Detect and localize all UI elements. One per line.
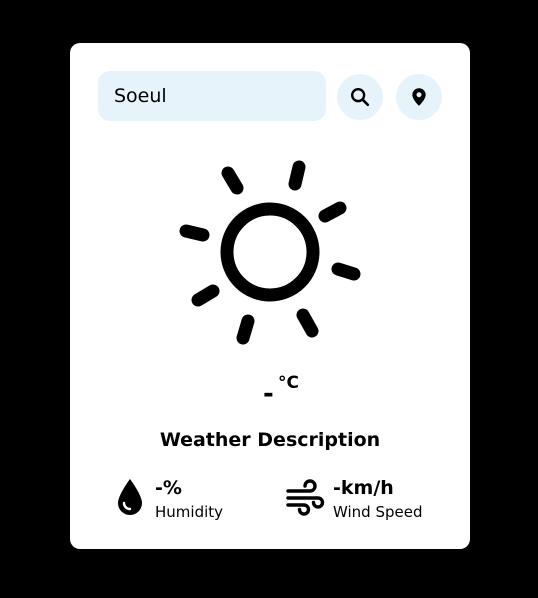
search-button[interactable] xyxy=(337,74,383,120)
sun-icon xyxy=(179,160,361,345)
search-row xyxy=(98,71,442,121)
location-button[interactable] xyxy=(396,74,442,120)
weather-card: - °C Weather Description -% Humidity -km… xyxy=(70,43,470,549)
temperature-value: - xyxy=(263,379,274,409)
weather-description: Weather Description xyxy=(159,429,381,451)
wind-icon xyxy=(286,479,325,516)
water-drop-icon xyxy=(118,479,142,515)
location-pin-icon xyxy=(412,88,426,106)
search-icon xyxy=(351,88,370,107)
humidity-label: Humidity xyxy=(155,503,224,521)
wind-label: Wind Speed xyxy=(333,503,423,521)
temperature-unit: °C xyxy=(278,373,299,393)
wind-value: -km/h xyxy=(333,477,394,499)
humidity-value: -% xyxy=(155,477,182,499)
temperature-display: - °C xyxy=(70,373,470,413)
city-search-input[interactable] xyxy=(98,71,326,121)
